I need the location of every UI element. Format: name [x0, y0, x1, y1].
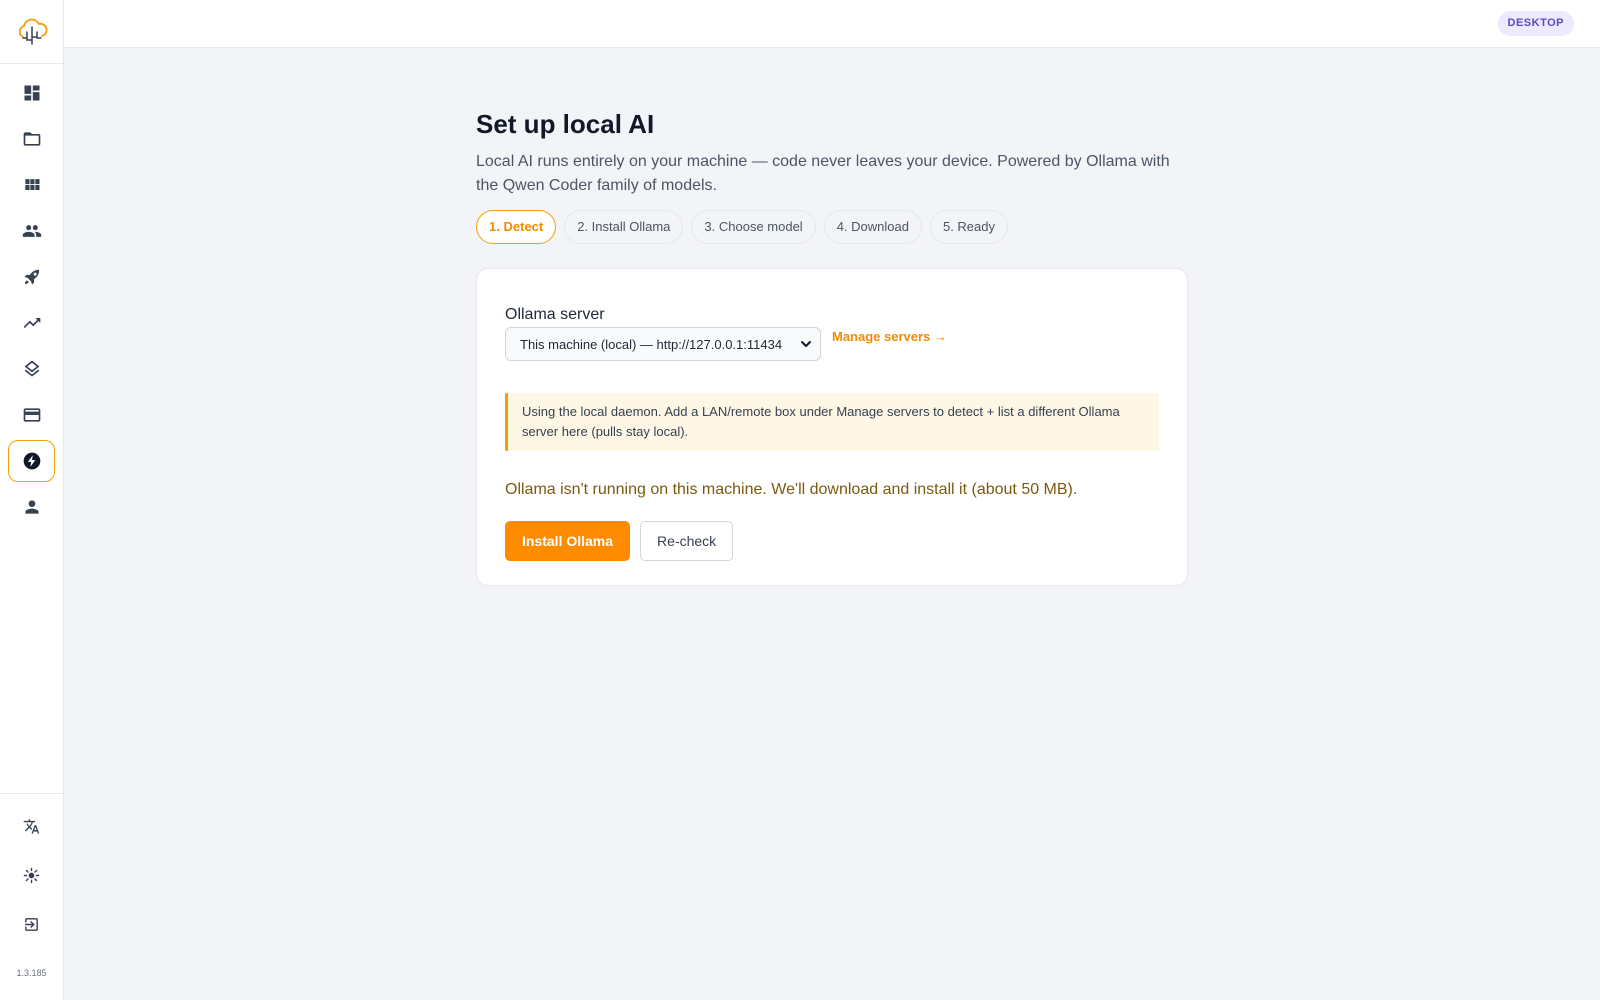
install-ollama-button[interactable]: Install Ollama	[505, 521, 631, 561]
credit-card-icon	[23, 408, 40, 422]
app-version: 1.3.185	[16, 968, 47, 978]
info-notice: Using the local daemon. Add a LAN/remote…	[505, 393, 1159, 451]
sidebar-item-apps[interactable]	[8, 164, 55, 206]
page-title: Set up local AI	[476, 109, 655, 139]
logout-icon	[25, 917, 38, 931]
dashboard-icon	[24, 85, 39, 101]
top-bar: DESKTOP	[64, 0, 1600, 48]
sidebar-item-dashboard[interactable]	[8, 72, 55, 114]
layers-icon	[24, 360, 39, 377]
main-content: Set up local AI Local AI runs entirely o…	[476, 100, 1188, 586]
page-subtitle: Local AI runs entirely on your machine —…	[476, 153, 1170, 194]
folder-icon	[23, 132, 40, 146]
step-choose-model[interactable]: 3. Choose model	[691, 210, 816, 244]
manage-servers-link[interactable]: Manage servers →	[832, 327, 947, 347]
mode-badge: DESKTOP	[1497, 11, 1574, 36]
action-buttons: Install Ollama Re-check	[505, 521, 1159, 561]
setup-card: Ollama server This machine (local) — htt…	[476, 268, 1188, 586]
translate-icon	[23, 818, 40, 834]
person-icon	[24, 500, 39, 514]
step-ready[interactable]: 5. Ready	[929, 210, 1009, 244]
trending-up-icon	[23, 318, 40, 328]
server-label: Ollama server	[505, 306, 605, 323]
sidebar-item-files[interactable]	[8, 118, 55, 160]
sidebar-item-local-ai[interactable]	[8, 440, 55, 482]
sidebar-item-deploy[interactable]	[8, 256, 55, 298]
step-install-ollama[interactable]: 2. Install Ollama	[564, 210, 684, 244]
step-detect[interactable]: 1. Detect	[476, 210, 557, 244]
status-message: Ollama isn't running on this machine. We…	[505, 481, 1078, 498]
rocket-icon	[24, 269, 39, 285]
theme-toggle-button[interactable]	[8, 857, 55, 893]
step-download[interactable]: 4. Download	[823, 210, 922, 244]
sidebar-item-account[interactable]	[8, 486, 55, 528]
chevron-down-icon	[801, 341, 811, 347]
people-icon	[22, 225, 41, 237]
setup-stepper: 1. Detect 2. Install Ollama 3. Choose mo…	[476, 210, 1188, 244]
server-select[interactable]: This machine (local) — http://127.0.0.1:…	[505, 327, 821, 361]
recheck-button[interactable]: Re-check	[640, 521, 734, 561]
sun-icon	[23, 867, 40, 883]
sidebar: 1.3.185	[0, 0, 64, 1000]
sidebar-item-analytics[interactable]	[8, 302, 55, 344]
logout-button[interactable]	[8, 906, 55, 942]
cloud-logo-icon	[18, 18, 48, 45]
apps-grid-icon	[24, 179, 39, 190]
server-select-value: This machine (local) — http://127.0.0.1:…	[520, 336, 783, 352]
app-logo[interactable]	[0, 0, 63, 64]
sidebar-item-layers[interactable]	[8, 348, 55, 390]
sidebar-item-team[interactable]	[8, 210, 55, 252]
sidebar-item-billing[interactable]	[8, 394, 55, 436]
bolt-icon	[23, 452, 40, 470]
server-row: This machine (local) — http://127.0.0.1:…	[505, 327, 1159, 361]
language-button[interactable]	[8, 808, 55, 844]
